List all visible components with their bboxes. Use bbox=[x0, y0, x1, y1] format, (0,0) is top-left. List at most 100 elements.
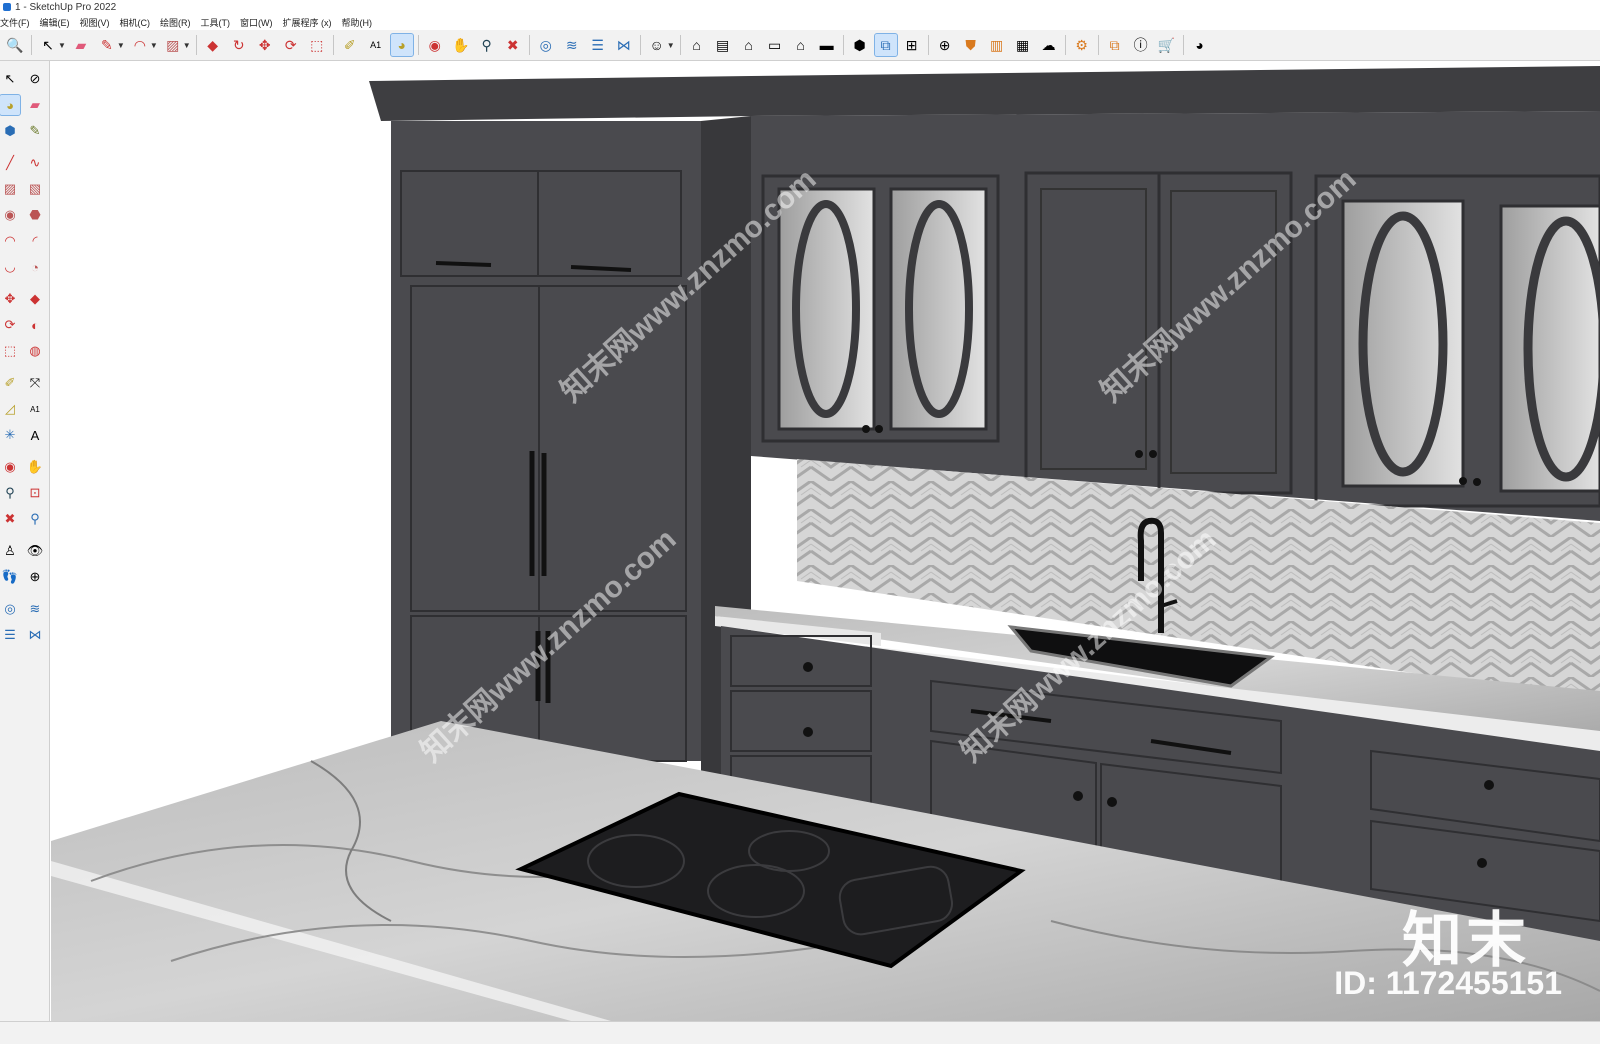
rotate-icon[interactable]: ⟳ bbox=[280, 34, 302, 56]
rectangle-icon[interactable]: ▨ bbox=[0, 179, 20, 199]
flip-icon[interactable]: ⋈ bbox=[25, 625, 45, 645]
layers-icon[interactable]: ◎ bbox=[535, 34, 557, 56]
solid-tools-icon[interactable]: ⋈ bbox=[613, 34, 635, 56]
chevron-down-icon[interactable]: ▼ bbox=[58, 41, 66, 50]
move-icon[interactable]: ✥ bbox=[0, 289, 20, 309]
position-icon[interactable]: ♙ bbox=[0, 541, 20, 561]
scale-icon[interactable]: ⬚ bbox=[0, 341, 20, 361]
menu-camera[interactable]: 相机(C) bbox=[120, 16, 151, 29]
menu-edit[interactable]: 编辑(E) bbox=[40, 16, 70, 29]
arc-icon[interactable]: ◠ bbox=[0, 231, 20, 251]
window-title: 1 - SketchUp Pro 2022 bbox=[15, 1, 117, 13]
menu-draw[interactable]: 绘图(R) bbox=[160, 16, 191, 29]
zoom-extents-icon[interactable]: ✖ bbox=[502, 34, 524, 56]
scale-icon[interactable]: ⬚ bbox=[306, 34, 328, 56]
walk-icon[interactable]: 👣 bbox=[0, 567, 20, 587]
freehand-icon[interactable]: ∿ bbox=[25, 153, 45, 173]
protractor-icon[interactable]: ◿ bbox=[0, 399, 20, 419]
section-icon[interactable]: ⊕ bbox=[25, 567, 45, 587]
eraser-icon[interactable]: ▰ bbox=[25, 95, 45, 115]
orbit-icon[interactable]: ⊘ bbox=[25, 69, 45, 89]
chevron-down-icon[interactable]: ▼ bbox=[117, 41, 125, 50]
stamp-icon[interactable]: ≋ bbox=[25, 599, 45, 619]
cart-icon[interactable]: 🛒 bbox=[1156, 34, 1178, 56]
search-icon[interactable]: 🔍 bbox=[4, 34, 26, 56]
arc-2pt-icon[interactable]: ◜ bbox=[25, 231, 45, 251]
orbit2-icon[interactable]: ◉ bbox=[0, 457, 20, 477]
zoom-icon[interactable]: ⚲ bbox=[476, 34, 498, 56]
iso-view-icon[interactable]: ⌂ bbox=[686, 34, 708, 56]
section-icon[interactable]: ⊞ bbox=[901, 34, 923, 56]
follow-me-icon[interactable]: ◐ bbox=[25, 315, 45, 335]
paint-bucket-icon[interactable]: ◕ bbox=[389, 33, 414, 57]
line-icon[interactable]: ╱ bbox=[0, 153, 20, 173]
zoom-icon[interactable]: ⚲ bbox=[0, 483, 20, 503]
model-viewport[interactable]: 知末网www.znzmo.com 知末网www.znzmo.com 知末网www… bbox=[51, 61, 1600, 1021]
circle-icon[interactable]: ◉ bbox=[0, 205, 20, 225]
user-icon[interactable]: ☺ bbox=[646, 34, 668, 56]
pencil-icon[interactable]: ✎ bbox=[96, 34, 118, 56]
text-icon[interactable]: A1 bbox=[25, 399, 45, 419]
3dtext-icon[interactable]: A bbox=[25, 425, 45, 445]
eraser-icon[interactable]: ▰ bbox=[70, 34, 92, 56]
offset-icon[interactable]: ◍ bbox=[25, 341, 45, 361]
axes-icon[interactable]: ✳ bbox=[0, 425, 20, 445]
chevron-down-icon[interactable]: ▼ bbox=[150, 41, 158, 50]
dimension-icon[interactable]: ⤧ bbox=[25, 373, 45, 393]
rotated-rect-icon[interactable]: ▧ bbox=[25, 179, 45, 199]
zoomwindow-icon[interactable]: ⊡ bbox=[25, 483, 45, 503]
chevron-down-icon[interactable]: ▼ bbox=[667, 41, 675, 50]
extents-icon[interactable]: ✖ bbox=[0, 509, 20, 529]
select-icon[interactable]: ↖ bbox=[0, 69, 20, 89]
menu-view[interactable]: 视图(V) bbox=[80, 16, 110, 29]
prev-icon[interactable]: ⚲ bbox=[25, 509, 45, 529]
add-icon[interactable]: ⊕ bbox=[934, 34, 956, 56]
chevron-down-icon[interactable]: ▼ bbox=[183, 41, 191, 50]
cloud-icon[interactable]: ☁ bbox=[1038, 34, 1060, 56]
text-icon[interactable]: A1 bbox=[365, 34, 387, 56]
paint-icon[interactable]: ◕ bbox=[0, 94, 21, 116]
look-icon[interactable]: 👁 bbox=[25, 541, 45, 561]
arc-3pt-icon[interactable]: ◡ bbox=[0, 257, 20, 277]
select-icon[interactable]: ↖ bbox=[37, 34, 59, 56]
follow-me-icon[interactable]: ↻ bbox=[228, 34, 250, 56]
polygon-icon[interactable]: ⬣ bbox=[25, 205, 45, 225]
menu-help[interactable]: 帮助(H) bbox=[342, 16, 373, 29]
window-select-icon[interactable]: ⧉ bbox=[873, 33, 898, 57]
books-icon[interactable]: ▥ bbox=[986, 34, 1008, 56]
tape-measure-icon[interactable]: ✐ bbox=[339, 34, 361, 56]
shield-icon[interactable]: ⛊ bbox=[960, 34, 982, 56]
tape-icon[interactable]: ✐ bbox=[0, 373, 20, 393]
drape-icon[interactable]: ☰ bbox=[0, 625, 20, 645]
outliner-icon[interactable]: ≋ bbox=[561, 34, 583, 56]
pie-icon[interactable]: ◔ bbox=[25, 257, 45, 277]
move-icon[interactable]: ✥ bbox=[254, 34, 276, 56]
right-view-icon[interactable]: ⌂ bbox=[790, 34, 812, 56]
sandbox-icon[interactable]: ◎ bbox=[0, 599, 20, 619]
front-view-icon[interactable]: ▭ bbox=[764, 34, 786, 56]
pushpull-icon[interactable]: ◆ bbox=[25, 289, 45, 309]
account-icon[interactable]: ◕ bbox=[1189, 34, 1211, 56]
arc-icon[interactable]: ◠ bbox=[129, 34, 151, 56]
pan-icon[interactable]: ✋ bbox=[25, 457, 45, 477]
home-icon[interactable]: ⌂ bbox=[738, 34, 760, 56]
top-view-icon[interactable]: ▤ bbox=[712, 34, 734, 56]
components-icon[interactable]: ⬢ bbox=[849, 34, 871, 56]
rectangle-icon[interactable]: ▨ bbox=[162, 34, 184, 56]
back-view-icon[interactable]: ▬ bbox=[816, 34, 838, 56]
push-pull-icon[interactable]: ◆ bbox=[202, 34, 224, 56]
menu-tools[interactable]: 工具(T) bbox=[201, 16, 231, 29]
tags-icon[interactable]: ☰ bbox=[587, 34, 609, 56]
pencil-icon[interactable]: ✎ bbox=[25, 121, 45, 141]
open-icon[interactable]: ⧉ bbox=[1104, 34, 1126, 56]
pan-icon[interactable]: ✋ bbox=[450, 34, 472, 56]
component-icon[interactable]: ⬢ bbox=[0, 121, 20, 141]
orbit-icon[interactable]: ◉ bbox=[424, 34, 446, 56]
info-icon[interactable]: ⓘ bbox=[1130, 34, 1152, 56]
menu-file[interactable]: 文件(F) bbox=[0, 16, 30, 29]
texture-icon[interactable]: ▦ bbox=[1012, 34, 1034, 56]
menu-extensions[interactable]: 扩展程序 (x) bbox=[283, 16, 332, 29]
menu-window[interactable]: 窗口(W) bbox=[240, 16, 273, 29]
rotate-icon[interactable]: ⟳ bbox=[0, 315, 20, 335]
settings-icon[interactable]: ⚙ bbox=[1071, 34, 1093, 56]
